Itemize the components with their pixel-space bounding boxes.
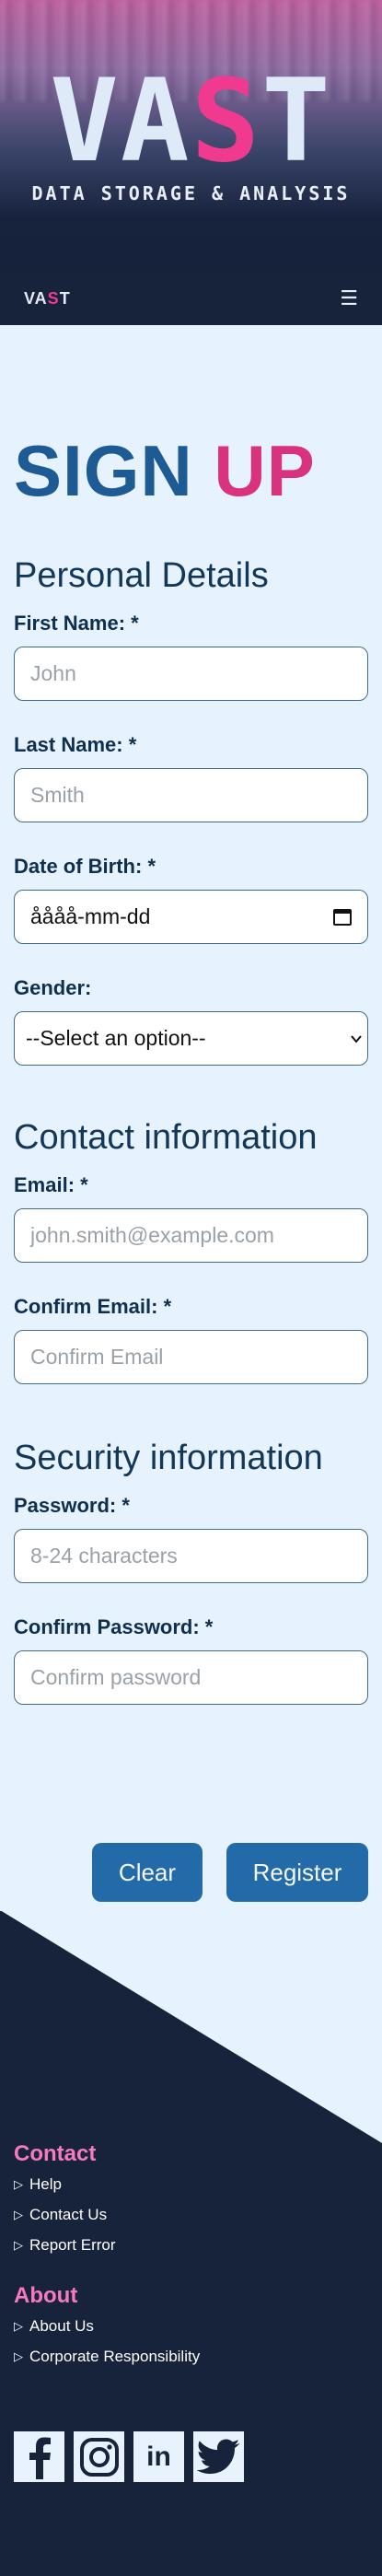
footer-link-label: Contact Us [29, 2206, 108, 2223]
footer-link-contact-us[interactable]: ▷ Contact Us [14, 2206, 107, 2224]
section-heading-contact: Contact information [14, 1118, 318, 1157]
first-name-input[interactable]: John [14, 647, 368, 701]
linkedin-icon[interactable]: in [133, 2431, 184, 2482]
footer-contact-heading: Contact [14, 2141, 97, 2166]
last-name-placeholder: Smith [30, 783, 85, 807]
footer-link-corporate-responsibility[interactable]: ▷ Corporate Responsibility [14, 2348, 200, 2366]
chevron-down-icon [351, 1034, 362, 1043]
navbar: VAST ☰ [0, 272, 382, 325]
register-button[interactable]: Register [226, 1843, 368, 1902]
footer-link-label: Report Error [29, 2236, 116, 2254]
footer-link-label: Corporate Responsibility [29, 2348, 201, 2365]
password-field[interactable]: 8-24 characters [14, 1529, 368, 1583]
first-name-label: First Name: * [14, 612, 139, 635]
confirm-email-field[interactable]: Confirm Email [14, 1330, 368, 1384]
footer-link-label: Help [29, 2175, 62, 2193]
dob-value: åååå-mm-dd [30, 904, 151, 928]
hero-banner: VAST DATA STORAGE & ANALYSIS [0, 0, 382, 272]
facebook-icon[interactable] [14, 2431, 64, 2482]
last-name-label: Last Name: * [14, 733, 137, 756]
confirm-email-placeholder: Confirm Email [30, 1345, 164, 1369]
nav-logo[interactable]: VAST [24, 289, 71, 309]
instagram-glyph [79, 2437, 119, 2477]
footer-link-about-us[interactable]: ▷ About Us [14, 2317, 94, 2336]
confirm-password-label: Confirm Password: * [14, 1615, 214, 1638]
play-icon: ▷ [14, 2208, 23, 2221]
brand-part-highlight: S [191, 55, 262, 188]
hero-tagline: DATA STORAGE & ANALYSIS [31, 182, 351, 204]
email-field[interactable]: john.smith@example.com [14, 1208, 368, 1263]
password-label: Password: * [14, 1494, 130, 1517]
hero-brand-logo: VAST [0, 64, 382, 179]
instagram-icon[interactable] [74, 2431, 124, 2482]
footer-link-help[interactable]: ▷ Help [14, 2175, 62, 2194]
signup-form: SIGN UP Personal Details First Name: * J… [14, 325, 368, 1705]
section-heading-security: Security information [14, 1439, 323, 1477]
dob-label: Date of Birth: * [14, 855, 156, 878]
play-icon: ▷ [14, 2238, 23, 2252]
dob-input[interactable]: åååå-mm-dd [14, 890, 368, 944]
password-placeholder: 8-24 characters [30, 1544, 178, 1568]
footer-about-heading: About [14, 2283, 78, 2308]
brand-part: VA [50, 55, 191, 188]
page-title-part-highlight: UP [214, 430, 316, 511]
gender-label: Gender: [14, 976, 92, 999]
nav-logo-part: T [59, 288, 71, 308]
footer-link-label: About Us [29, 2317, 94, 2335]
footer-link-report-error[interactable]: ▷ Report Error [14, 2236, 116, 2255]
first-name-placeholder: John [30, 661, 76, 685]
page-title: SIGN UP [14, 434, 368, 507]
nav-logo-part: VA [24, 288, 48, 308]
twitter-icon[interactable] [193, 2431, 244, 2482]
gender-selected-value: --Select an option-- [26, 1026, 206, 1050]
brand-part: T [261, 55, 332, 188]
last-name-input[interactable]: Smith [14, 768, 368, 822]
nav-logo-part-highlight: S [47, 288, 60, 308]
confirm-password-field[interactable]: Confirm password [14, 1650, 368, 1705]
play-icon: ▷ [14, 2319, 23, 2333]
confirm-email-label: Confirm Email: * [14, 1295, 172, 1318]
hamburger-icon[interactable]: ☰ [340, 287, 358, 310]
email-label: Email: * [14, 1173, 88, 1196]
footer-diagonal-edge [0, 1910, 382, 2143]
linkedin-glyph: in [146, 2441, 171, 2472]
clear-button[interactable]: Clear [92, 1843, 203, 1902]
facebook-glyph [29, 2437, 51, 2479]
section-heading-personal: Personal Details [14, 556, 269, 595]
email-placeholder: john.smith@example.com [30, 1223, 274, 1247]
confirm-password-placeholder: Confirm password [30, 1665, 202, 1689]
calendar-icon[interactable] [333, 908, 352, 926]
play-icon: ▷ [14, 2177, 23, 2191]
twitter-glyph [196, 2438, 240, 2474]
page-title-part: SIGN [14, 430, 193, 511]
gender-select[interactable]: --Select an option-- [14, 1011, 368, 1066]
play-icon: ▷ [14, 2349, 23, 2363]
